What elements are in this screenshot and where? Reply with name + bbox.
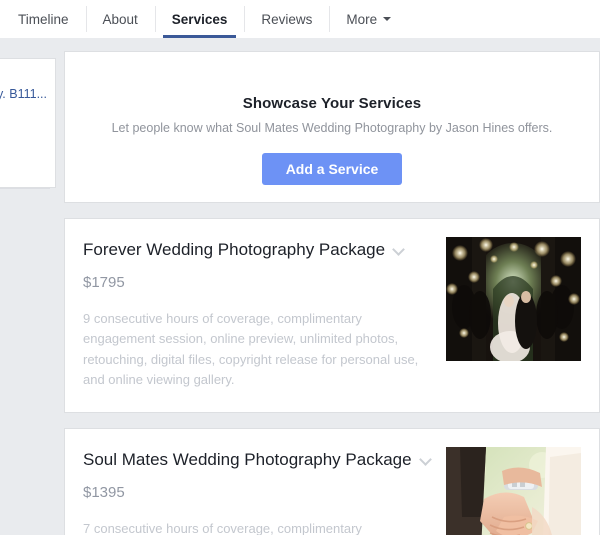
tab-about[interactable]: About [85,0,155,38]
tab-more[interactable]: More [329,0,408,38]
showcase-services-card: Showcase Your Services Let people know w… [64,51,600,203]
showcase-button-row: Add a Service [65,135,599,185]
left-sidebar-clipped: y. B111... [0,38,56,535]
service-price: $1795 [83,274,125,292]
add-a-service-button[interactable]: Add a Service [262,153,402,185]
service-card: Soul Mates Wedding Photography Package $… [64,427,600,535]
tab-reviews-label: Reviews [261,11,313,27]
main-content: Showcase Your Services Let people know w… [64,38,600,535]
tab-timeline[interactable]: Timeline [0,0,86,38]
service-price: $1395 [83,484,125,502]
tab-services[interactable]: Services [154,0,245,38]
service-text-block: Soul Mates Wedding Photography Package $… [83,449,438,535]
couple-holding-hands-photo [446,446,581,535]
service-text-block: Forever Wedding Photography Package $179… [83,239,438,390]
tab-reviews[interactable]: Reviews [244,0,329,38]
tab-services-label: Services [171,11,228,27]
chevron-down-icon[interactable] [420,454,431,465]
wedding-sparkler-exit-photo [446,237,581,361]
service-header[interactable]: Forever Wedding Photography Package [83,239,438,260]
service-header[interactable]: Soul Mates Wedding Photography Package [83,449,438,470]
showcase-subtitle: Let people know what Soul Mates Wedding … [111,121,553,135]
service-thumbnail[interactable] [446,446,581,535]
chevron-down-icon [383,17,392,21]
tab-about-label: About [102,11,138,27]
sidebar-clipped-link[interactable]: y. B111... [0,87,47,101]
service-card: Forever Wedding Photography Package $179… [64,218,600,413]
tab-timeline-label: Timeline [18,11,69,27]
profile-tab-bar: Timeline About Services Reviews More [0,0,600,38]
service-title: Forever Wedding Photography Package [83,240,386,259]
chevron-down-icon[interactable] [393,244,404,255]
service-thumbnail[interactable] [446,237,581,361]
tab-more-label: More [346,11,378,27]
service-description: 7 consecutive hours of coverage, complim… [83,521,362,535]
sidebar-divider [0,188,50,189]
service-description: 9 consecutive hours of coverage, complim… [83,311,419,387]
services-page: Timeline About Services Reviews More y. … [0,0,600,535]
service-title: Soul Mates Wedding Photography Package [83,449,412,469]
showcase-title: Showcase Your Services [242,95,422,112]
sidebar-card: y. B111... [0,58,56,188]
